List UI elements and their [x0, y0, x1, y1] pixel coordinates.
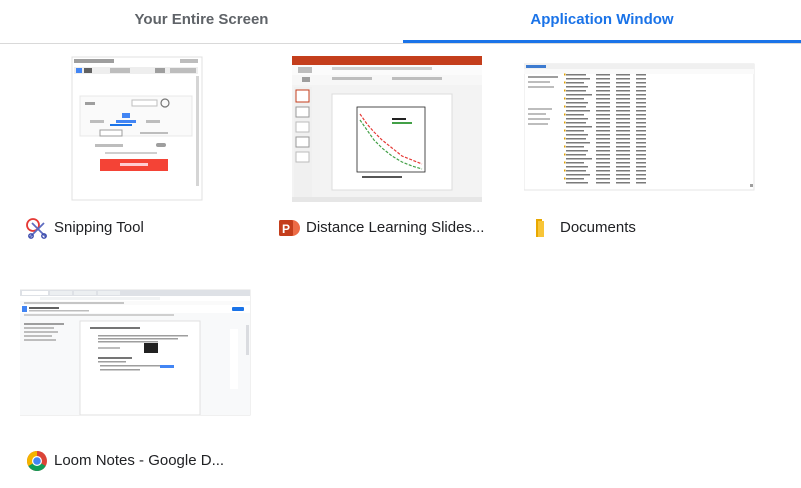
window-thumbnail — [20, 285, 252, 435]
folder-icon — [529, 216, 553, 240]
window-label: P Distance Learning Slides... — [272, 216, 512, 240]
window-label: Documents — [524, 216, 764, 240]
snipping-tool-icon — [25, 216, 49, 240]
window-card-loom-notes[interactable]: Loom Notes - Google D... — [20, 285, 252, 475]
window-thumbnail — [272, 52, 504, 202]
window-title: Loom Notes - Google D... — [54, 452, 225, 469]
window-title: Documents — [560, 219, 636, 236]
tab-application-window[interactable]: Application Window — [403, 0, 801, 42]
powerpoint-icon: P — [277, 216, 301, 240]
active-tab-indicator — [403, 40, 801, 43]
window-thumbnail — [20, 52, 252, 202]
window-label: Loom Notes - Google D... — [20, 449, 260, 473]
window-thumbnail — [524, 52, 756, 202]
chrome-icon — [25, 449, 49, 473]
window-card-distance-learning-slides[interactable]: P Distance Learning Slides... — [272, 52, 504, 242]
tab-entire-screen[interactable]: Your Entire Screen — [0, 0, 403, 42]
screen-share-picker: Your Entire Screen Application Window Sn… — [0, 0, 801, 488]
tab-bar: Your Entire Screen Application Window — [0, 0, 801, 44]
window-title: Distance Learning Slides... — [306, 219, 485, 236]
window-label: Snipping Tool — [20, 216, 260, 240]
window-title: Snipping Tool — [54, 219, 144, 236]
svg-text:P: P — [282, 222, 290, 236]
window-card-snipping-tool[interactable]: Snipping Tool — [20, 52, 252, 242]
window-card-documents[interactable]: Documents — [524, 52, 756, 242]
